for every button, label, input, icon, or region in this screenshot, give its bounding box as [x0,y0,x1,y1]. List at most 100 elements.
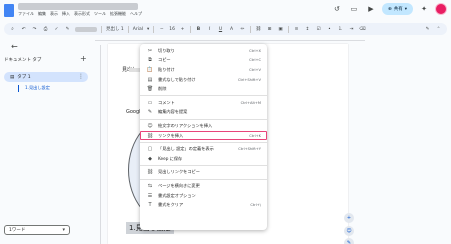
clear-format-icon: T [148,202,152,209]
clear-format-icon[interactable]: ⌫ [359,27,366,32]
horizontal-ruler[interactable] [95,36,365,41]
menu-view[interactable]: 表示 [50,11,58,17]
underline-icon[interactable]: U [217,27,224,32]
highlight-icon[interactable]: ✏ [239,27,246,32]
menu-item-shortcut: Ctrl+Shift+Y [238,147,261,152]
comment-add-icon[interactable]: ⊞ [266,27,273,32]
add-comment-fab[interactable]: + [344,213,354,223]
menu-item-keep[interactable]: ◆ Keep に保存 [140,154,267,164]
link-copy-icon: ⛓ [146,169,154,176]
menu-item-label: 書式設定オプション [158,192,196,198]
share-button[interactable]: ⊕ 共有 ▾ [381,3,413,15]
menu-item-paste-plain[interactable]: ▤ 書式なしで貼り付け Ctrl+Shift+V [140,75,267,85]
menu-file[interactable]: ファイル [18,11,34,17]
menu-item-trash[interactable]: 🗑 削除 [140,84,267,94]
menu-extensions[interactable]: 拡張機能 [110,11,126,17]
menu-item-format-options[interactable]: ☰ 書式設定オプション [140,191,267,201]
redo-icon[interactable]: ↷ [31,27,38,32]
share-label: 共有 [393,7,403,12]
menu-item-shortcut: Ctrl+\ [250,203,261,208]
menu-item-label: 書式をクリア [158,202,184,208]
menu-item-copy[interactable]: ⧉ コピー Ctrl+C [140,56,267,66]
menu-tools[interactable]: ツール [94,11,106,17]
numbered-list-icon[interactable]: ⒈ [337,26,344,32]
decrease-font-icon[interactable]: − [158,27,165,32]
indent-icon[interactable]: ⇥ [348,27,355,32]
line-spacing-icon[interactable]: ↕ [304,27,311,32]
orientation-icon: ⇆ [147,182,153,189]
outline-item[interactable]: 1.見出し設定 [25,85,50,91]
undo-icon[interactable]: ↶ [20,27,27,32]
menu-item-label: 「見出し 設定」の定義を表示 [158,146,214,152]
menu-item-link-copy[interactable]: ⛓ 見出しリンクをコピー [140,168,267,178]
menu-edit[interactable]: 編集 [38,11,46,17]
chevron-down-icon: ▾ [146,26,150,32]
increase-font-icon[interactable]: + [179,27,186,32]
menu-item-paste[interactable]: 📋 貼り付け Ctrl+V [140,65,267,75]
menu-item-label: 編集内容を提案 [158,109,188,115]
menu-item-emoji[interactable]: ☺ 絵文字のリアクションを挿入 [140,121,267,131]
tab-label: タブ 1 [17,75,31,80]
word-count-label: 1ワード [9,228,26,233]
menu-insert[interactable]: 挿入 [62,11,70,17]
menu-item-orientation[interactable]: ⇆ ページを横向きに変更 [140,181,267,191]
edit-mode-icon[interactable]: ✎ [424,27,431,32]
menu-item-label: リンクを挿入 [158,132,184,138]
heading-icon: ▢ [147,146,153,153]
title-bar: ファイル 編集 表示 挿入 表示形式 ツール 拡張機能 ヘルプ ↺ ▭ ▶ ⊕ … [0,0,451,22]
collapse-icon[interactable]: ⌃ [435,27,442,32]
menu-item-label: コメント [158,99,175,105]
vertical-ruler[interactable] [96,45,101,244]
menu-item-heading[interactable]: ▢ 「見出し 設定」の定義を表示 Ctrl+Shift+Y [140,144,267,154]
docs-logo-icon[interactable] [4,4,14,17]
menu-item-shortcut: Ctrl+Alt+M [240,100,261,105]
word-count-dropdown[interactable]: 1ワード ▾ [4,225,70,235]
meet-icon[interactable]: ▶ [365,3,377,15]
menu-item-suggest[interactable]: ✎ 編集内容を提案 [140,108,267,118]
add-tab-icon[interactable]: + [80,54,87,63]
trash-icon: 🗑 [146,86,154,93]
history-icon[interactable]: ↺ [331,3,343,15]
bullet-list-icon[interactable]: • [326,27,333,32]
more-vert-icon[interactable]: ⋮ [78,73,84,80]
menu-item-label: 絵文字のリアクションを挿入 [158,122,213,128]
suggest-fab[interactable]: ✎ [344,238,354,244]
menu-help[interactable]: ヘルプ [130,11,142,17]
menu-item-label: Keep に保存 [158,155,183,161]
italic-icon[interactable]: I [206,27,213,32]
menu-item-scissors[interactable]: ✂ 切り取り Ctrl+X [140,46,267,56]
scrollbar[interactable] [445,36,451,244]
menu-item-comment[interactable]: ▭ コメント Ctrl+Alt+M [140,98,267,108]
checklist-icon[interactable]: ☑ [315,27,322,32]
menu-bar: ファイル 編集 表示 挿入 表示形式 ツール 拡張機能 ヘルプ [18,11,142,17]
menu-format[interactable]: 表示形式 [74,11,90,17]
comments-icon[interactable]: ▭ [348,3,360,15]
spellcheck-icon[interactable]: ✓ [53,27,60,32]
emoji-fab[interactable]: ☺ [344,226,354,236]
paint-format-icon[interactable]: ✎ [64,27,71,32]
document-title-blurred[interactable] [18,3,138,10]
menu-item-link[interactable]: ⛓ リンクを挿入 Ctrl+K [140,130,267,141]
text-color-icon[interactable]: A [228,27,235,32]
chevron-down-icon: ▾ [404,6,407,12]
emoji-icon: ☺ [147,122,153,129]
tab-1[interactable]: ▤ タブ 1 ⋮ [4,72,88,82]
bold-icon[interactable]: B [195,27,202,32]
font-dropdown[interactable]: Arial [133,27,143,32]
menu-item-clear-format[interactable]: T 書式をクリア Ctrl+\ [140,200,267,210]
search-icon[interactable]: ⌕ [9,26,16,32]
gemini-icon[interactable]: ✦ [418,3,430,15]
image-icon[interactable]: ▣ [277,27,284,32]
style-dropdown[interactable]: 見出し 1 [106,26,124,32]
font-size-input[interactable]: 16 [169,27,175,32]
link-icon[interactable]: ⛓ [255,27,262,32]
align-icon[interactable]: ≡ [293,27,300,32]
doc-tab-icon: ▤ [10,74,15,80]
avatar[interactable] [435,3,447,15]
link-icon: ⛓ [146,132,154,139]
menu-item-label: 削除 [158,86,167,92]
menu-item-label: 見出しリンクをコピー [158,169,200,175]
print-icon[interactable]: ⎙ [42,26,49,32]
back-arrow-icon[interactable]: ← [11,42,18,51]
zoom-dropdown-blurred[interactable] [75,26,97,32]
